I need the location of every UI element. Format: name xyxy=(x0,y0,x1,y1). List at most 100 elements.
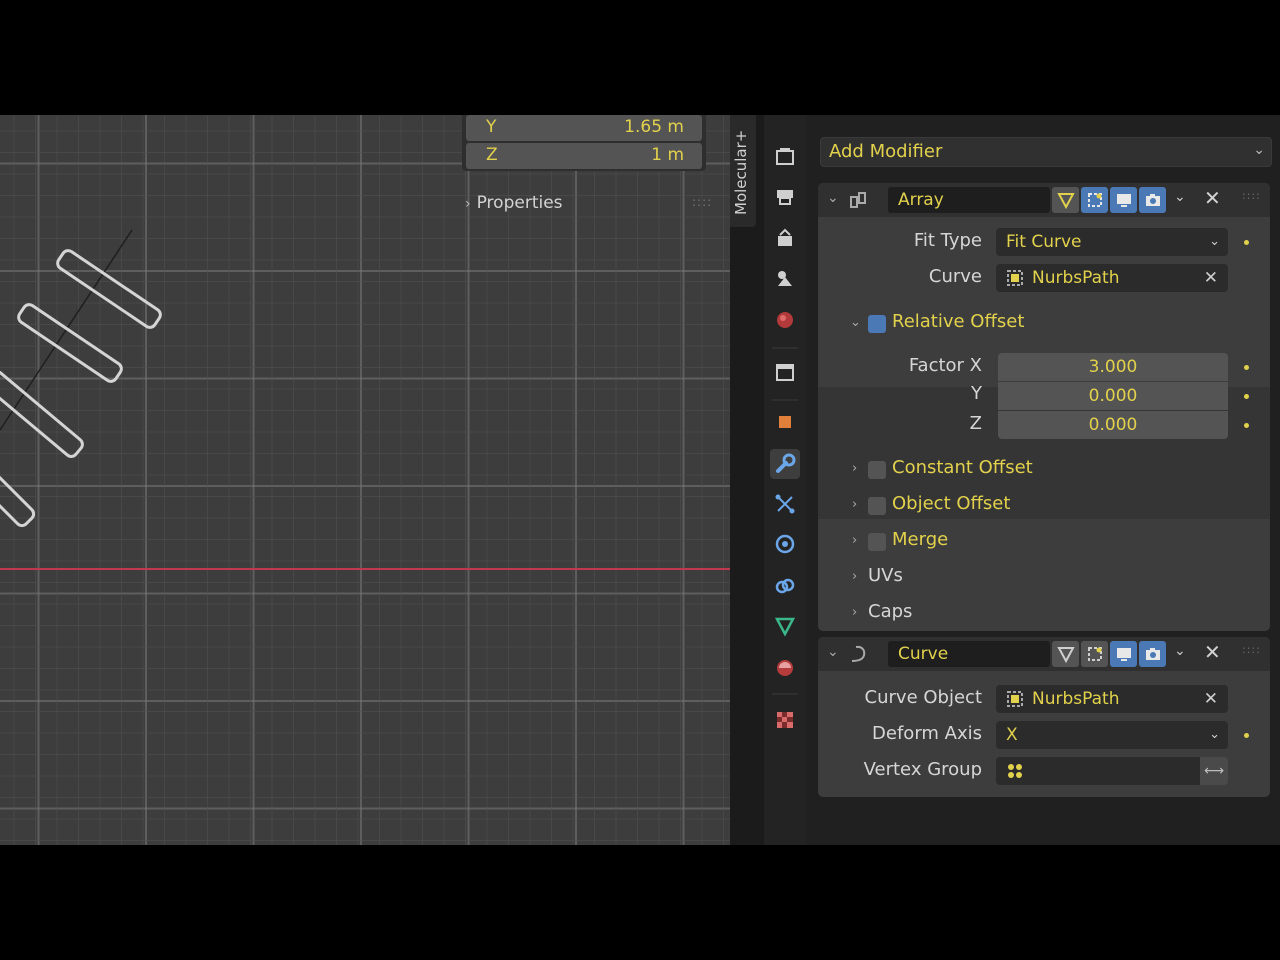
factor-x-field[interactable]: 3.000 xyxy=(998,353,1228,381)
properties-tab-bar xyxy=(764,115,806,845)
array-modifier-header[interactable]: ⌄ Array ⌄ ✕ :::: xyxy=(818,183,1270,217)
object-tab[interactable] xyxy=(770,407,800,437)
invert-vertex-group-button[interactable]: ⟷ xyxy=(1200,757,1228,785)
fit-type-dropdown[interactable]: Fit Curve ⌄ xyxy=(996,228,1228,256)
clear-icon[interactable]: ✕ xyxy=(1204,685,1218,713)
array-modifier-panel: ⌄ Array ⌄ ✕ :::: Fit Type Fit Curve ⌄ Cu… xyxy=(818,183,1270,631)
properties-panel-header[interactable]: › Properties xyxy=(465,193,563,213)
chevron-right-icon[interactable]: › xyxy=(852,461,857,476)
constraints-tab[interactable] xyxy=(770,571,800,601)
array-modifier-icon xyxy=(850,192,866,208)
edit-cage-toggle[interactable] xyxy=(1052,187,1079,213)
relative-offset-checkbox[interactable] xyxy=(868,315,886,333)
chevron-down-icon[interactable]: ⌄ xyxy=(827,190,839,206)
chevron-right-icon[interactable]: › xyxy=(852,605,857,620)
chevron-down-icon: ⌄ xyxy=(1209,234,1220,249)
chevron-right-icon[interactable]: › xyxy=(852,533,857,548)
chevron-down-icon[interactable]: ⌄ xyxy=(1174,189,1186,205)
relative-offset-label[interactable]: Relative Offset xyxy=(892,311,1024,332)
keyframe-dot-icon[interactable] xyxy=(1244,733,1249,738)
object-offset-checkbox[interactable] xyxy=(868,497,886,515)
drag-grip-icon[interactable]: :::: xyxy=(692,195,712,209)
sidebar-tab-molecular[interactable]: Molecular+ xyxy=(730,115,756,227)
chevron-right-icon[interactable]: › xyxy=(852,569,857,584)
close-icon[interactable]: ✕ xyxy=(1204,186,1221,210)
world-tab[interactable] xyxy=(770,305,800,335)
output-tab[interactable] xyxy=(770,181,800,211)
physics-tab[interactable] xyxy=(770,529,800,559)
constant-offset-checkbox[interactable] xyxy=(868,461,886,479)
object-tab-icon xyxy=(779,416,791,428)
edit-mode-toggle[interactable] xyxy=(1081,641,1108,667)
close-icon[interactable]: ✕ xyxy=(1204,640,1221,664)
deform-axis-dropdown[interactable]: X ⌄ xyxy=(996,721,1228,749)
scene-tab[interactable] xyxy=(770,263,800,293)
constant-offset-label[interactable]: Constant Offset xyxy=(892,457,1033,478)
chevron-down-icon[interactable]: ⌄ xyxy=(1174,643,1186,659)
view-layer-tab[interactable] xyxy=(770,223,800,253)
particles-tab[interactable] xyxy=(770,489,800,519)
chevron-down-icon: ⌄ xyxy=(1209,727,1220,742)
edit-cage-toggle[interactable] xyxy=(1052,641,1079,667)
merge-label[interactable]: Merge xyxy=(892,529,948,550)
deform-axis-value: X xyxy=(1006,725,1018,745)
texture-tab-icon xyxy=(777,712,793,728)
curve-object-icon xyxy=(1007,270,1023,286)
render-toggle[interactable] xyxy=(1139,187,1166,213)
modifier-tab[interactable] xyxy=(770,449,800,479)
chevron-right-icon[interactable]: › xyxy=(852,497,857,512)
material-tab[interactable] xyxy=(770,653,800,683)
add-modifier-dropdown[interactable]: Add Modifier ⌄ xyxy=(820,137,1272,167)
render-tab[interactable] xyxy=(770,141,800,171)
output-tab-icon xyxy=(777,190,793,205)
deform-axis-label: Deform Axis xyxy=(872,723,982,744)
3d-viewport[interactable]: Y 1.65 m Z 1 m › Properties :::: xyxy=(0,115,730,845)
curve-modifier-header[interactable]: ⌄ Curve ⌄ ✕ :::: xyxy=(818,637,1270,671)
render-toggle[interactable] xyxy=(1139,641,1166,667)
curve-label: Curve xyxy=(928,266,982,287)
camera-icon xyxy=(1145,648,1160,660)
uvs-subpanel-header[interactable]: UVs xyxy=(868,565,903,586)
chevron-down-icon[interactable]: ⌄ xyxy=(827,644,839,660)
array-instance xyxy=(0,370,84,458)
location-z-field[interactable]: Z 1 m xyxy=(466,143,702,169)
location-y-field[interactable]: Y 1.65 m xyxy=(466,115,702,141)
clear-icon[interactable]: ✕ xyxy=(1204,264,1218,292)
location-z-label: Z xyxy=(486,145,498,165)
factor-z-field[interactable]: 0.000 xyxy=(998,411,1228,439)
keyframe-dot-icon[interactable] xyxy=(1244,423,1249,428)
scene-tab-icon xyxy=(778,271,792,286)
keyframe-dot-icon[interactable] xyxy=(1244,365,1249,370)
caps-subpanel-header[interactable]: Caps xyxy=(868,601,912,622)
viewport-sidebar-gutter: Molecular+ xyxy=(730,115,764,845)
drag-grip-icon[interactable]: :::: xyxy=(1242,643,1261,656)
chevron-down-icon[interactable]: ⌄ xyxy=(850,315,861,330)
curve-object-field[interactable]: NurbsPath ✕ xyxy=(996,264,1228,292)
keyframe-dot-icon[interactable] xyxy=(1244,240,1249,245)
vertex-group-field[interactable] xyxy=(996,757,1200,785)
curve-modifier-panel: ⌄ Curve ⌄ ✕ :::: Curve Object NurbsPath … xyxy=(818,637,1270,797)
curve-modifier-icon xyxy=(851,645,866,662)
drag-grip-icon[interactable]: :::: xyxy=(1242,189,1261,202)
edit-mode-toggle[interactable] xyxy=(1081,187,1108,213)
scene-objects xyxy=(0,229,162,528)
texture-tab[interactable] xyxy=(770,705,800,735)
viewport-display-toggle[interactable] xyxy=(1110,641,1137,667)
curve-modifier-name-field[interactable]: Curve xyxy=(888,641,1050,667)
camera-icon xyxy=(1145,194,1160,206)
merge-checkbox[interactable] xyxy=(868,533,886,551)
keyframe-dot-icon[interactable] xyxy=(1244,394,1249,399)
factor-y-field[interactable]: 0.000 xyxy=(998,382,1228,410)
viewport-display-toggle[interactable] xyxy=(1110,187,1137,213)
object-offset-label[interactable]: Object Offset xyxy=(892,493,1010,514)
data-tab[interactable] xyxy=(770,611,800,641)
curve-object-field[interactable]: NurbsPath ✕ xyxy=(996,685,1228,713)
constraints-tab-icon xyxy=(775,578,795,594)
monitor-icon xyxy=(1116,194,1131,207)
particles-tab-icon xyxy=(775,494,795,514)
vertex-group-label: Vertex Group xyxy=(863,759,982,780)
array-modifier-name-field[interactable]: Array xyxy=(888,187,1050,213)
collection-tab[interactable] xyxy=(770,357,800,387)
edit-mode-icon xyxy=(1087,647,1102,661)
render-tab-icon xyxy=(776,148,794,165)
